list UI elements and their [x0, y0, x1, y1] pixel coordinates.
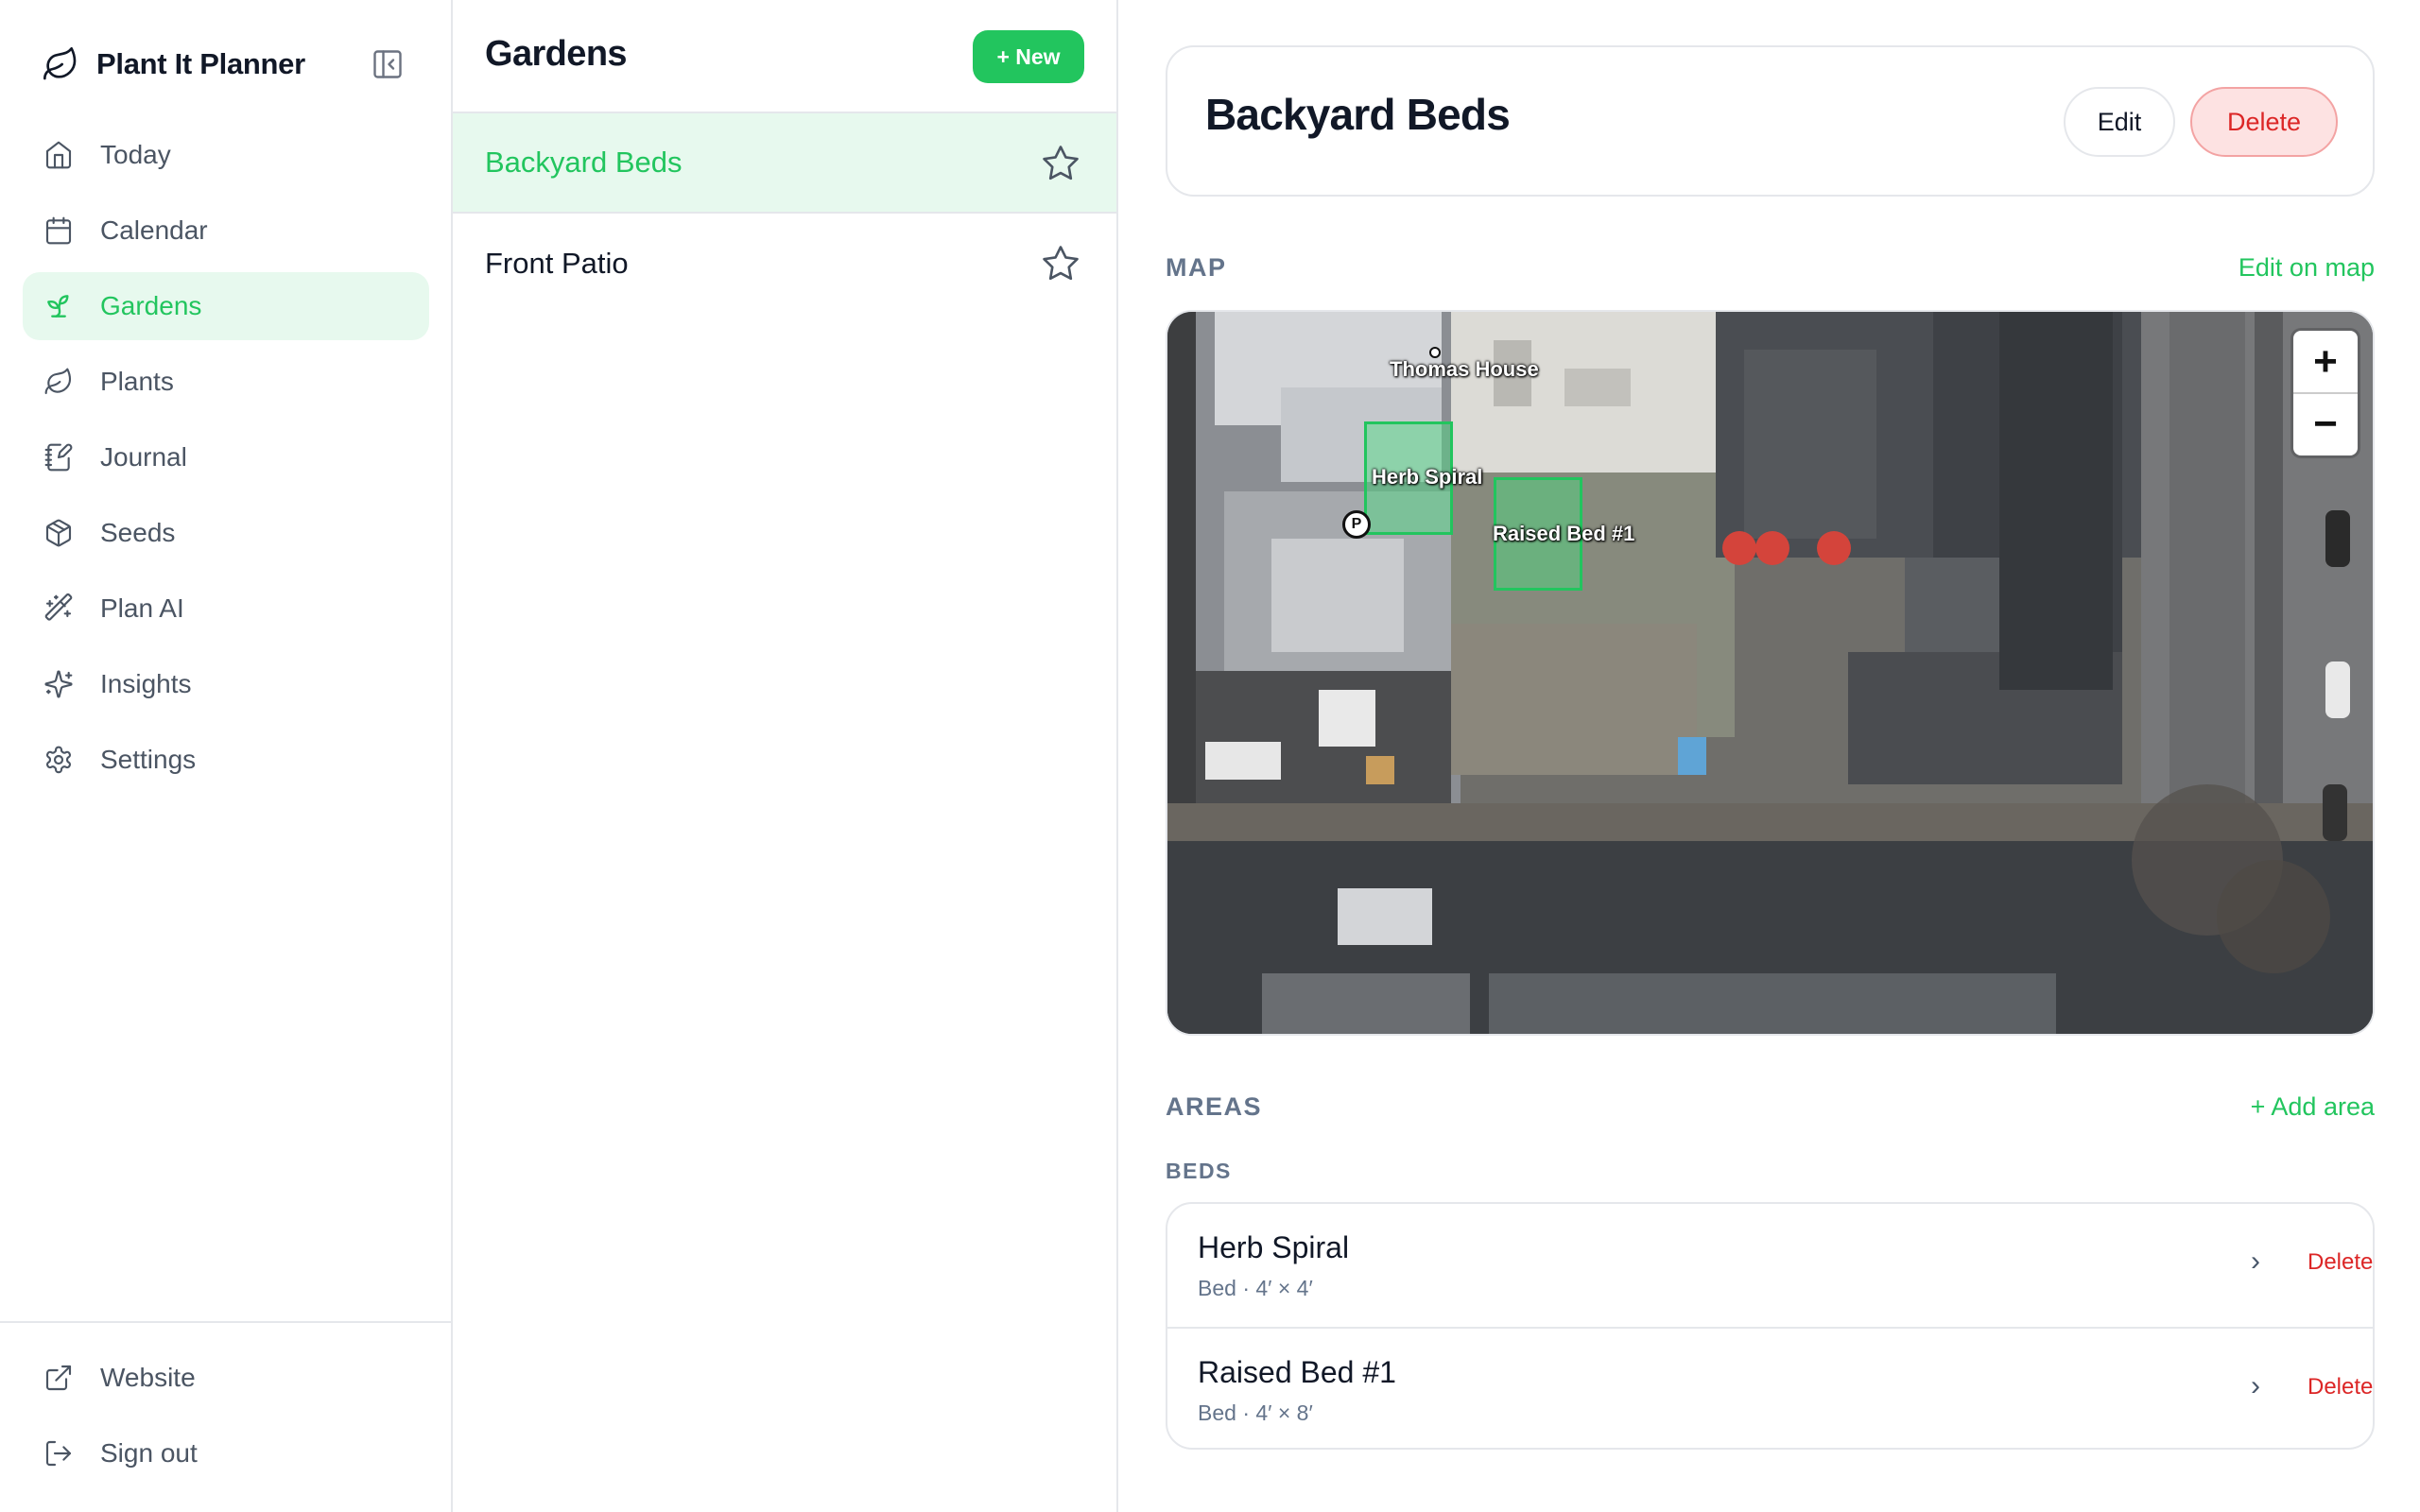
sprout-icon — [47, 295, 69, 318]
sparkles-icon — [44, 670, 73, 698]
map-label-raised-bed: Raised Bed #1 — [1493, 522, 1635, 545]
zoom-out-button[interactable]: − — [2293, 392, 2358, 454]
garden-name: Front Patio — [485, 247, 629, 280]
gardens-list-title: Gardens — [485, 34, 628, 74]
page-title: Backyard Beds — [1205, 90, 1511, 139]
edit-on-map-link[interactable]: Edit on map — [2238, 253, 2375, 283]
edit-button[interactable]: Edit — [2064, 87, 2175, 157]
garden-header-card: Backyard Beds Edit Delete — [1166, 45, 2375, 197]
package-icon — [45, 519, 72, 547]
bed-name: Raised Bed #1 — [1198, 1355, 1396, 1389]
notebook-pen-icon — [44, 443, 73, 472]
sidebar-footer: Website Sign out — [0, 1321, 451, 1495]
panel-left-close-icon — [373, 50, 402, 78]
sidebar-item-calendar[interactable]: Calendar — [23, 197, 429, 265]
star-icon[interactable] — [1041, 244, 1080, 284]
app-name: Plant It Planner — [96, 47, 305, 80]
external-link-icon — [45, 1365, 72, 1391]
zoom-controls: + − — [2293, 331, 2358, 455]
map-section-label: MAP — [1166, 253, 1227, 282]
sidebar-item-gardens[interactable]: Gardens — [23, 272, 429, 340]
leaf-logo-icon — [43, 47, 77, 80]
sidebar-item-plan-ai[interactable]: Plan AI — [23, 575, 429, 643]
sidebar-item-plants[interactable]: Plants — [23, 348, 429, 416]
collapse-sidebar-button[interactable] — [371, 47, 405, 81]
areas-section-label: AREAS — [1166, 1092, 1263, 1121]
sidebar-item-label: Insights — [100, 669, 192, 698]
map-label-herb-spiral: Herb Spiral — [1372, 465, 1483, 489]
beds-group-label: BEDS — [1166, 1159, 1232, 1183]
aerial-imagery — [1167, 312, 2373, 1034]
sidebar-item-label: Seeds — [100, 518, 176, 547]
bed-meta: Bed · 4′ × 8′ — [1198, 1400, 1313, 1425]
gardens-list-header: Gardens + New — [453, 0, 1116, 113]
delete-bed-button[interactable]: Delete — [2308, 1374, 2373, 1400]
garden-map[interactable]: Thomas House Herb Spiral Raised Bed #1 P… — [1166, 310, 2375, 1036]
home-icon — [45, 141, 72, 169]
sidebar-item-label: Plan AI — [100, 593, 184, 623]
chevron-right-icon[interactable]: › — [2251, 1370, 2260, 1402]
garden-list-item[interactable]: Front Patio — [453, 214, 1116, 314]
sidebar-item-journal[interactable]: Journal — [23, 423, 429, 491]
log-out-icon — [45, 1440, 72, 1467]
sidebar: Plant It Planner Today Calendar Gardens … — [0, 0, 453, 1512]
sidebar-item-label: Journal — [100, 442, 187, 472]
delete-button[interactable]: Delete — [2190, 87, 2338, 157]
new-garden-button[interactable]: + New — [973, 30, 1084, 83]
sidebar-item-website[interactable]: Website — [23, 1344, 428, 1412]
garden-detail: Backyard Beds Edit Delete MAP Edit on ma… — [1118, 0, 2420, 1512]
star-icon[interactable] — [1041, 144, 1080, 183]
sidebar-item-insights[interactable]: Insights — [23, 650, 429, 718]
zoom-in-button[interactable]: + — [2293, 331, 2358, 392]
sidebar-item-settings[interactable]: Settings — [23, 726, 429, 794]
calendar-icon — [45, 216, 72, 245]
garden-name: Backyard Beds — [485, 146, 683, 179]
chevron-right-icon[interactable]: › — [2251, 1246, 2260, 1278]
sidebar-item-seeds[interactable]: Seeds — [23, 499, 429, 567]
parking-icon: P — [1342, 510, 1371, 539]
sidebar-item-sign-out[interactable]: Sign out — [23, 1419, 428, 1487]
sidebar-item-label: Plants — [100, 367, 174, 396]
sidebar-item-label: Gardens — [100, 291, 202, 320]
gardens-list-pane: Gardens + New Backyard Beds Front Patio — [453, 0, 1118, 1512]
list-item[interactable]: Herb Spiral Bed · 4′ × 4′ › Delete — [1167, 1204, 2373, 1327]
leaf-icon — [44, 368, 72, 395]
sidebar-nav: Today Calendar Gardens Plants Journal Se… — [23, 121, 429, 801]
delete-bed-button[interactable]: Delete — [2308, 1249, 2373, 1276]
brand[interactable]: Plant It Planner — [42, 42, 305, 87]
sidebar-item-today[interactable]: Today — [23, 121, 429, 189]
gear-icon — [46, 746, 71, 774]
add-area-link[interactable]: + Add area — [2251, 1092, 2375, 1122]
garden-list-item[interactable]: Backyard Beds — [453, 113, 1116, 214]
bed-meta: Bed · 4′ × 4′ — [1198, 1276, 1313, 1300]
sidebar-item-label: Sign out — [100, 1438, 198, 1468]
beds-list: Herb Spiral Bed · 4′ × 4′ › Delete Raise… — [1166, 1202, 2375, 1450]
list-item[interactable]: Raised Bed #1 Bed · 4′ × 8′ › Delete — [1167, 1327, 2373, 1448]
wand-icon — [44, 593, 73, 621]
bed-name: Herb Spiral — [1198, 1230, 1350, 1264]
sidebar-item-label: Website — [100, 1363, 196, 1392]
map-label-house: Thomas House — [1390, 357, 1539, 381]
sidebar-item-label: Settings — [100, 745, 197, 774]
sidebar-item-label: Calendar — [100, 215, 208, 245]
sidebar-item-label: Today — [100, 140, 171, 169]
